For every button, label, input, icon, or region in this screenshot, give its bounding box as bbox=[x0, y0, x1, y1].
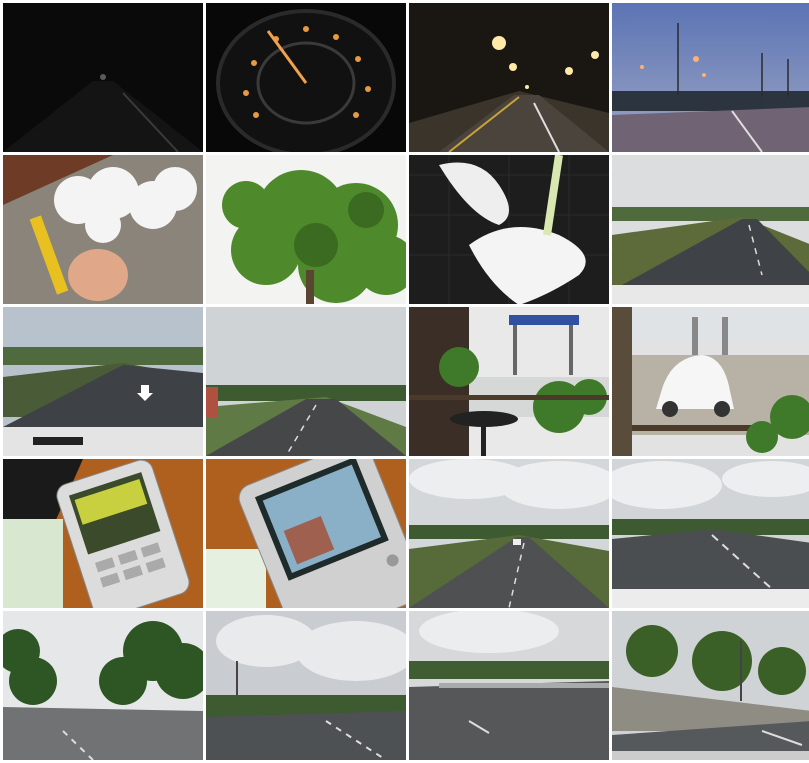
photo-tree-lined-road bbox=[3, 611, 203, 760]
photo-speedometer bbox=[206, 3, 406, 152]
photo-rural-highway bbox=[206, 307, 406, 456]
photo-road-stone-wall bbox=[612, 611, 809, 760]
photo-highway-cloudy-wide bbox=[612, 459, 809, 608]
photo-cafe-gas-station bbox=[409, 307, 609, 456]
photo-phone-screen-closeup bbox=[206, 459, 406, 608]
photo-mobile-phone-table bbox=[3, 459, 203, 608]
photo-night-road bbox=[3, 3, 203, 152]
photo-highway-cloudy bbox=[409, 459, 609, 608]
photo-road-streetlights bbox=[409, 3, 609, 152]
photo-collage bbox=[3, 3, 809, 760]
photo-road-dawn bbox=[612, 3, 809, 152]
photo-green-tree bbox=[206, 155, 406, 304]
photo-highway-overcast bbox=[612, 155, 809, 304]
photo-white-classic-car bbox=[612, 307, 809, 456]
photo-white-flower-mat bbox=[409, 155, 609, 304]
photo-road-pole-clouds bbox=[206, 611, 406, 760]
photo-highway-arrow bbox=[3, 307, 203, 456]
photo-white-flowers-hand bbox=[3, 155, 203, 304]
photo-highway-guardrail bbox=[409, 611, 609, 760]
